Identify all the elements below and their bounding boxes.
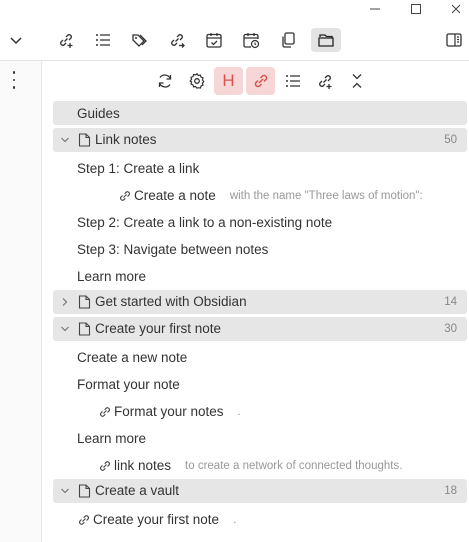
file-icon <box>78 322 91 336</box>
toolbar-calendar-clock-button[interactable] <box>237 28 265 52</box>
sidebar-toggle-button[interactable] <box>440 28 468 52</box>
chevron-down-icon[interactable] <box>59 128 71 152</box>
settings-button[interactable] <box>182 67 211 95</box>
bullet-list-icon <box>96 34 110 46</box>
tags-icon <box>132 34 147 47</box>
collapse-menu-button[interactable] <box>2 28 30 52</box>
pane-toolbar: H <box>150 67 371 95</box>
list-icon <box>285 75 300 87</box>
link-add-icon <box>60 34 73 48</box>
list-item[interactable]: Learn more <box>53 263 467 290</box>
toolbar-copy-button[interactable] <box>274 28 302 52</box>
group-count: 18 <box>444 485 457 497</box>
chevron-down-icon[interactable] <box>59 317 71 341</box>
group-header-link-notes[interactable]: Link notes 50 <box>53 128 467 152</box>
minimize-button[interactable] <box>360 0 390 18</box>
link-icon <box>120 190 130 201</box>
group-label: Link notes <box>95 132 157 147</box>
list-item[interactable]: Format your note <box>53 371 467 398</box>
list-item-link[interactable]: Create your first note . <box>53 506 467 533</box>
file-icon <box>78 295 91 309</box>
list-item-link[interactable]: Create a note with the name "Three laws … <box>53 182 467 209</box>
outline-list: Guides Link notes 50 Step 1: Create a li… <box>53 101 467 533</box>
toolbar-link-forward-button[interactable] <box>163 28 191 52</box>
close-button[interactable] <box>441 0 469 18</box>
refresh-button[interactable] <box>150 67 179 95</box>
maximize-icon <box>411 4 421 14</box>
link-context: to create a network of connected thought… <box>185 459 403 472</box>
group-count: 14 <box>444 296 457 308</box>
guides-header[interactable]: Guides <box>53 101 467 125</box>
toolbar-link-add-button[interactable] <box>52 28 80 52</box>
collapse-all-button[interactable] <box>342 67 371 95</box>
folder-open-icon <box>318 34 334 47</box>
link-toggle-button[interactable] <box>246 67 275 95</box>
heading-icon: H <box>222 71 235 90</box>
file-icon <box>78 133 91 147</box>
toolbar-bullet-list-button[interactable] <box>89 28 117 52</box>
link-icon <box>100 406 110 417</box>
group-header-create-vault[interactable]: Create a vault 18 <box>53 479 467 503</box>
link-icon <box>79 514 89 525</box>
link-context: with the name "Three laws of motion": <box>229 189 423 202</box>
calendar-clock-icon <box>243 33 260 49</box>
close-icon <box>451 4 461 14</box>
minimize-icon <box>370 8 380 10</box>
group-header-get-started[interactable]: Get started with Obsidian 14 <box>53 290 467 314</box>
toolbar-calendar-check-button[interactable] <box>200 28 228 52</box>
list-toggle-button[interactable] <box>278 67 307 95</box>
sidebar-toggle-icon <box>446 33 462 47</box>
gear-icon <box>188 72 205 89</box>
maximize-button[interactable] <box>401 0 431 18</box>
toolbar-tags-button[interactable] <box>126 28 154 52</box>
guides-label: Guides <box>77 105 120 121</box>
link-add-button[interactable] <box>310 67 339 95</box>
link-context: . <box>233 513 237 526</box>
group-label: Get started with Obsidian <box>95 294 247 309</box>
group-header-create-first-note[interactable]: Create your first note 30 <box>53 317 467 341</box>
link-context: . <box>237 405 241 418</box>
list-item[interactable]: Step 3: Navigate between notes <box>53 236 467 263</box>
group-count: 50 <box>444 134 457 146</box>
chevron-down-icon <box>10 37 22 45</box>
list-item[interactable]: Learn more <box>53 425 467 452</box>
link-add-icon <box>318 75 331 89</box>
list-item-link[interactable]: link notes to create a network of connec… <box>53 452 467 479</box>
group-label: Create a vault <box>95 483 180 498</box>
group-label: Create your first note <box>95 321 222 336</box>
link-icon <box>254 74 267 88</box>
calendar-check-icon <box>206 33 222 48</box>
file-icon <box>78 484 91 498</box>
toolbar-folder-open-button[interactable] <box>311 28 341 52</box>
outline-pane: H Guides Link notes 50 Step 1: Create a … <box>42 61 469 542</box>
group-count: 30 <box>444 323 457 335</box>
collapse-icon <box>352 74 361 88</box>
refresh-icon <box>158 74 171 88</box>
copy-icon <box>282 32 295 48</box>
more-options-icon[interactable] <box>8 71 20 89</box>
left-rail <box>0 61 42 542</box>
chevron-right-icon[interactable] <box>59 290 71 314</box>
list-item-link[interactable]: Format your notes . <box>53 398 467 425</box>
chevron-down-icon[interactable] <box>59 479 71 503</box>
list-item[interactable]: Step 2: Create a link to a non-existing … <box>53 209 467 236</box>
list-item[interactable]: Create a new note <box>53 344 467 371</box>
heading-toggle-button[interactable]: H <box>214 67 243 95</box>
link-icon <box>100 460 110 471</box>
list-item[interactable]: Step 1: Create a link <box>53 155 467 182</box>
ribbon-toolbar <box>0 20 469 61</box>
title-bar <box>0 0 469 20</box>
link-forward-icon <box>171 34 185 48</box>
